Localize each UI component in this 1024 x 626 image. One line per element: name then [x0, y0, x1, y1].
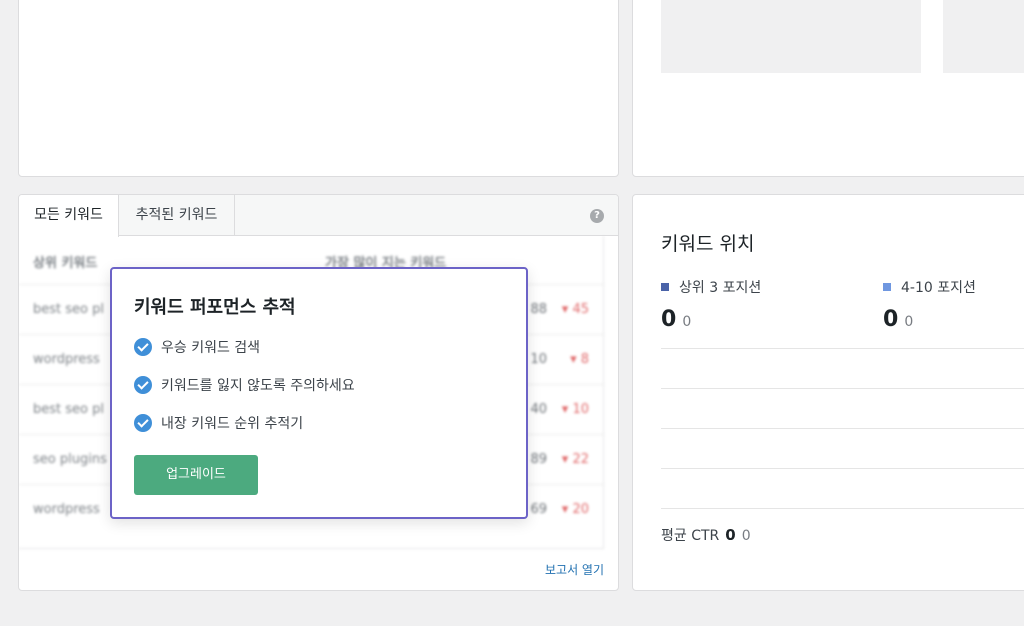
help-icon[interactable]: ? [590, 209, 604, 223]
average-ctr: 평균 CTR 0 0 [661, 525, 751, 545]
chart-gridline [661, 468, 1024, 469]
keyword-cell: wordpress [33, 502, 100, 517]
keyword-cell: best seo pl [33, 302, 104, 317]
chart-gridline [661, 348, 1024, 349]
legend-top3: 상위 3 포지션 [661, 277, 761, 297]
keyword-cell: wordpress [33, 352, 100, 367]
volume-cell: 88 [530, 302, 547, 317]
feature-item: 키워드를 잃지 않도록 주의하세요 [134, 375, 355, 395]
ctr-change: 0 [741, 528, 751, 544]
legend-4-10: 4-10 포지션 [883, 277, 976, 297]
legend-swatch [883, 283, 891, 291]
feature-label: 우승 키워드 검색 [161, 340, 261, 356]
placeholder-block [661, 0, 921, 73]
change-cell: ▾ 10 [561, 402, 589, 417]
column-header-top-keywords: 상위 키워드 [33, 256, 98, 271]
top-right-card [632, 0, 1024, 177]
ctr-value: 0 [725, 526, 736, 544]
change-cell: ▾ 22 [561, 452, 589, 467]
keyword-cell: best seo pl [33, 402, 104, 417]
upgrade-popup: 키워드 퍼포먼스 추적 우승 키워드 검색 키워드를 잃지 않도록 주의하세요 … [110, 267, 528, 519]
feature-item: 내장 키워드 순위 추적기 [134, 413, 303, 433]
check-icon [134, 338, 152, 356]
change-cell: ▾ 20 [561, 502, 589, 517]
legend-label: 4-10 포지션 [901, 280, 976, 296]
chart-gridline [661, 428, 1024, 429]
top3-value: 00 [661, 307, 691, 332]
top3-change: 0 [682, 314, 692, 330]
volume-cell: 40 [530, 402, 547, 417]
top-left-card [18, 0, 619, 177]
4-10-change: 0 [904, 314, 914, 330]
keyword-tabs: 모든 키워드 추적된 키워드 ? [19, 195, 618, 237]
popup-title: 키워드 퍼포먼스 추적 [134, 297, 296, 318]
tab-all-keywords[interactable]: 모든 키워드 [19, 195, 119, 237]
check-icon [134, 414, 152, 432]
positions-title: 키워드 위치 [661, 233, 755, 255]
top3-count: 0 [661, 307, 677, 332]
legend-label: 상위 3 포지션 [679, 280, 762, 296]
placeholder-block [943, 0, 1024, 73]
feature-label: 내장 키워드 순위 추적기 [161, 416, 304, 432]
feature-label: 키워드를 잃지 않도록 주의하세요 [161, 378, 355, 394]
change-cell: ▾ 45 [561, 302, 589, 317]
change-cell: ▾ 8 [570, 352, 589, 367]
4-10-count: 0 [883, 307, 899, 332]
upgrade-button[interactable]: 업그레이드 [134, 455, 258, 495]
keyword-cell: seo plugins [33, 452, 107, 467]
volume-cell: 69 [530, 502, 547, 517]
volume-cell: 10 [530, 352, 547, 367]
feature-item: 우승 키워드 검색 [134, 337, 260, 357]
ctr-label: 평균 CTR [661, 528, 720, 544]
volume-cell: 89 [530, 452, 547, 467]
4-10-value: 00 [883, 307, 913, 332]
legend-swatch [661, 283, 669, 291]
chart-gridline [661, 508, 1024, 509]
keyword-positions-card: 키워드 위치 상위 3 포지션 4-10 포지션 00 00 평균 CTR 0 0 [632, 194, 1024, 591]
chart-gridline [661, 388, 1024, 389]
check-icon [134, 376, 152, 394]
tab-tracked-keywords[interactable]: 추적된 키워드 [119, 195, 235, 236]
open-report-link[interactable]: 보고서 열기 [545, 561, 604, 578]
